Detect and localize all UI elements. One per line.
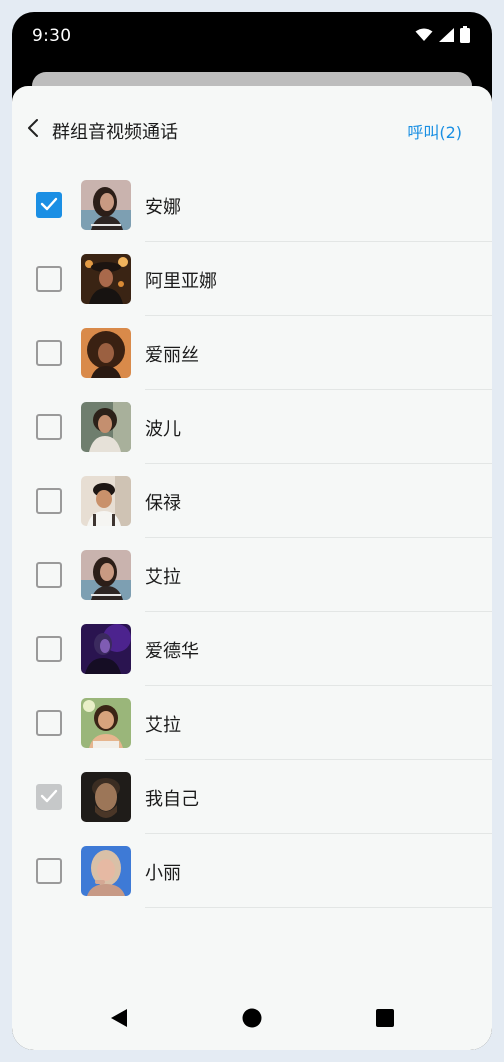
contact-checkbox[interactable] (36, 340, 62, 366)
avatar (81, 698, 131, 748)
contact-row[interactable]: 艾拉 (12, 686, 492, 760)
contact-checkbox[interactable] (36, 710, 62, 736)
contact-checkbox-disabled (36, 784, 62, 810)
contact-checkbox[interactable] (36, 488, 62, 514)
avatar (81, 180, 131, 230)
contact-checkbox[interactable] (36, 636, 62, 662)
triangle-back-icon (110, 1008, 128, 1032)
avatar (81, 550, 131, 600)
contact-checkbox[interactable] (36, 562, 62, 588)
avatar (81, 328, 131, 378)
contact-name: 艾拉 (145, 567, 181, 588)
battery-icon (460, 26, 470, 47)
checkmark-icon (40, 196, 58, 215)
header: 群组音视频通话 呼叫(2) (12, 86, 492, 170)
avatar (81, 476, 131, 526)
signal-icon (439, 27, 454, 46)
call-button[interactable]: 呼叫(2) (407, 119, 462, 143)
contact-name: 波儿 (145, 419, 181, 440)
nav-recents-button[interactable] (373, 1008, 397, 1032)
contact-checkbox[interactable] (36, 192, 62, 218)
contact-name: 小丽 (145, 863, 181, 884)
contact-row[interactable]: 爱丽丝 (12, 316, 492, 390)
contact-name: 艾拉 (145, 715, 181, 736)
contact-row[interactable]: 保禄 (12, 464, 492, 538)
contact-name: 阿里亚娜 (145, 271, 217, 292)
avatar (81, 624, 131, 674)
avatar (81, 846, 131, 896)
back-button[interactable] (22, 116, 44, 144)
group-call-sheet: 群组音视频通话 呼叫(2) 安娜 阿里亚娜 爱丽丝 波儿 保禄 艾拉 爱德华 艾… (12, 86, 492, 1050)
square-recents-icon (375, 1008, 395, 1032)
contact-row[interactable]: 安娜 (12, 168, 492, 242)
avatar (81, 254, 131, 304)
contact-list: 安娜 阿里亚娜 爱丽丝 波儿 保禄 艾拉 爱德华 艾拉 我自己 小丽 (12, 168, 492, 908)
contact-row[interactable]: 阿里亚娜 (12, 242, 492, 316)
contact-row[interactable]: 波儿 (12, 390, 492, 464)
status-icons (415, 26, 470, 47)
contact-name: 爱丽丝 (145, 345, 199, 366)
nav-home-button[interactable] (240, 1008, 264, 1032)
status-bar: 9:30 (12, 12, 492, 60)
contact-checkbox[interactable] (36, 414, 62, 440)
navigation-bar (12, 990, 492, 1050)
page-title: 群组音视频通话 (52, 122, 178, 143)
contact-row[interactable]: 小丽 (12, 834, 492, 908)
chevron-left-icon (27, 118, 39, 142)
contact-name: 安娜 (145, 197, 181, 218)
wifi-icon (415, 27, 433, 46)
contact-checkbox[interactable] (36, 858, 62, 884)
contact-row[interactable]: 艾拉 (12, 538, 492, 612)
contact-name: 我自己 (145, 789, 199, 810)
contact-row[interactable]: 爱德华 (12, 612, 492, 686)
nav-back-button[interactable] (107, 1008, 131, 1032)
contact-name: 爱德华 (145, 641, 199, 662)
screen: 9:30 群组音视频通话 呼叫(2) 安娜 阿里亚娜 爱丽丝 波儿 保禄 艾拉 … (12, 12, 492, 1050)
contact-row[interactable]: 我自己 (12, 760, 492, 834)
avatar (81, 772, 131, 822)
contact-name: 保禄 (145, 493, 181, 514)
avatar (81, 402, 131, 452)
circle-home-icon (242, 1008, 262, 1032)
contact-checkbox[interactable] (36, 266, 62, 292)
checkmark-icon (40, 788, 58, 807)
divider (145, 907, 492, 908)
status-time: 9:30 (32, 26, 72, 46)
device-frame: 9:30 群组音视频通话 呼叫(2) 安娜 阿里亚娜 爱丽丝 波儿 保禄 艾拉 … (0, 0, 504, 1062)
